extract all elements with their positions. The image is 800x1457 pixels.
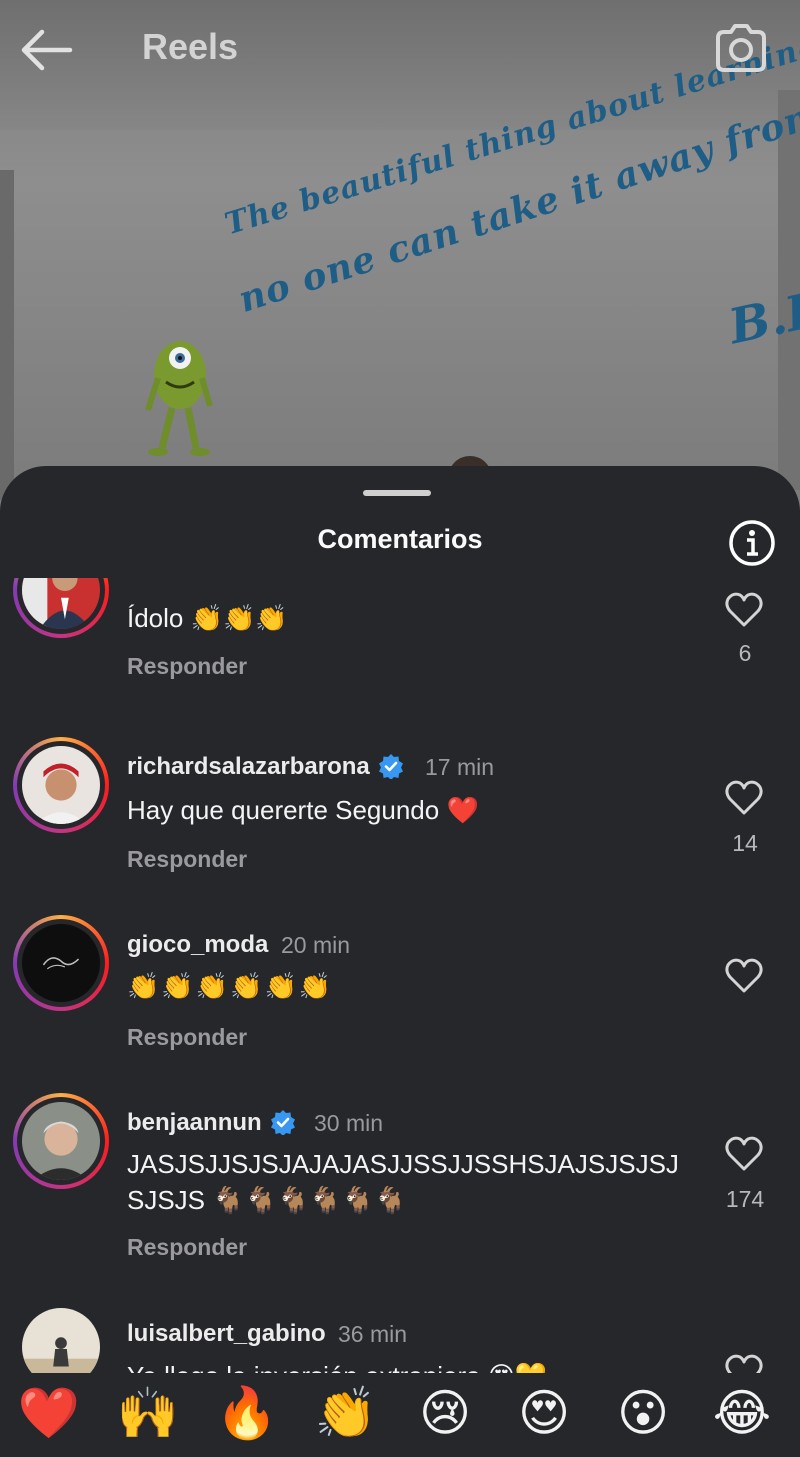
comment-text: JASJSJJSJSJAJAJASJJSSJJSSHSJAJSJSJSJSJSJ… [127, 1149, 679, 1215]
quick-reactions-bar: ❤️ 🙌 🔥 👏 😢 😍 😮 😂 [0, 1376, 800, 1457]
avatar[interactable] [13, 1093, 109, 1189]
heart-outline-icon [725, 958, 763, 993]
info-button[interactable] [727, 518, 777, 568]
like-count: 14 [732, 830, 758, 856]
comment-time: 30 min [314, 1110, 384, 1136]
reaction-clap-button[interactable]: 👏 [311, 1378, 381, 1448]
like-button[interactable] [724, 1352, 764, 1373]
comments-sheet: Comentarios Ídolo 👏👏👏 Responder 6 richar… [0, 466, 800, 1457]
comment-item: richardsalazarbarona 17 min Hay que quer… [0, 728, 800, 906]
reaction-heart-button[interactable]: ❤️ [14, 1378, 84, 1448]
like-button[interactable] [724, 1134, 764, 1174]
comment-username-text: benjaannun [127, 1109, 262, 1136]
reaction-raised-hands-button[interactable]: 🙌 [113, 1378, 183, 1448]
comment-username[interactable]: gioco_moda [127, 931, 268, 959]
reaction-surprised-button[interactable]: 😮 [608, 1378, 678, 1448]
reaction-heart-eyes-button[interactable]: 😍 [509, 1378, 579, 1448]
sheet-title: Comentarios [317, 524, 483, 554]
reply-button[interactable]: Responder [127, 653, 247, 680]
reply-button[interactable]: Responder [127, 846, 247, 873]
avatar-image [22, 1102, 100, 1180]
comment-time: 20 min [281, 932, 351, 958]
avatar[interactable] [13, 915, 109, 1011]
monster-sticker [145, 341, 213, 456]
heart-outline-icon [725, 592, 763, 627]
arrow-left-icon [21, 29, 73, 71]
avatar-image [22, 1308, 100, 1373]
wall-edge-left [0, 170, 14, 500]
camera-icon [716, 24, 766, 72]
comment-username[interactable]: richardsalazarbarona [127, 753, 404, 781]
reply-button[interactable]: Responder [127, 1024, 247, 1051]
comment-username[interactable]: luisalbert_gabino [127, 1320, 326, 1348]
drag-handle[interactable] [363, 490, 431, 496]
comment-item: gioco_moda 20 min 👏👏👏👏👏👏 Responder [0, 906, 800, 1084]
page-title: Reels [142, 26, 239, 67]
reaction-fire-button[interactable]: 🔥 [212, 1378, 282, 1448]
info-icon [729, 520, 775, 566]
like-button[interactable] [724, 778, 764, 818]
reels-header: Reels [0, 0, 800, 100]
like-count: 174 [725, 1186, 765, 1212]
reaction-crying-button[interactable]: 😢 [410, 1378, 480, 1448]
comment-text: Hay que quererte Segundo ❤️ [127, 795, 479, 825]
avatar[interactable] [13, 737, 109, 833]
avatar[interactable] [13, 578, 109, 638]
heart-outline-icon [725, 1136, 763, 1171]
wall-quote-signature: B.B [724, 280, 800, 356]
comment-text: 👏👏👏👏👏👏 [127, 971, 334, 1001]
comment-text: Ídolo 👏👏👏 [127, 603, 288, 633]
like-button[interactable] [724, 590, 764, 630]
avatar-image [22, 924, 100, 1002]
comment-username[interactable]: benjaannun [127, 1109, 296, 1137]
like-button[interactable] [724, 956, 764, 996]
reply-button[interactable]: Responder [127, 1234, 247, 1261]
back-button[interactable] [18, 26, 76, 74]
reaction-laughing-button[interactable]: 😂 [707, 1378, 777, 1448]
verified-badge-icon [378, 754, 403, 779]
avatar-image [22, 578, 100, 629]
comments-list[interactable]: Ídolo 👏👏👏 Responder 6 richardsalazarbaro… [0, 578, 800, 1373]
avatar-image [22, 746, 100, 824]
comment-time: 36 min [338, 1321, 408, 1347]
comment-text: Ya llego la inversión extranjera 😍💛 [127, 1358, 697, 1373]
comment-item: luisalbert_gabino 36 min Ya llego la inv… [0, 1296, 800, 1373]
heart-outline-icon [725, 780, 763, 815]
verified-badge-icon [270, 1110, 295, 1135]
comment-time: 17 min [425, 754, 495, 780]
comment-item: Ídolo 👏👏👏 Responder 6 [0, 578, 800, 728]
camera-button[interactable] [712, 20, 770, 76]
heart-outline-icon [725, 1354, 763, 1373]
avatar[interactable] [22, 1308, 100, 1373]
comment-username-text: richardsalazarbarona [127, 753, 370, 780]
comment-item: benjaannun 30 min JASJSJJSJSJAJAJASJJSSJ… [0, 1084, 800, 1296]
like-count: 6 [738, 640, 752, 666]
